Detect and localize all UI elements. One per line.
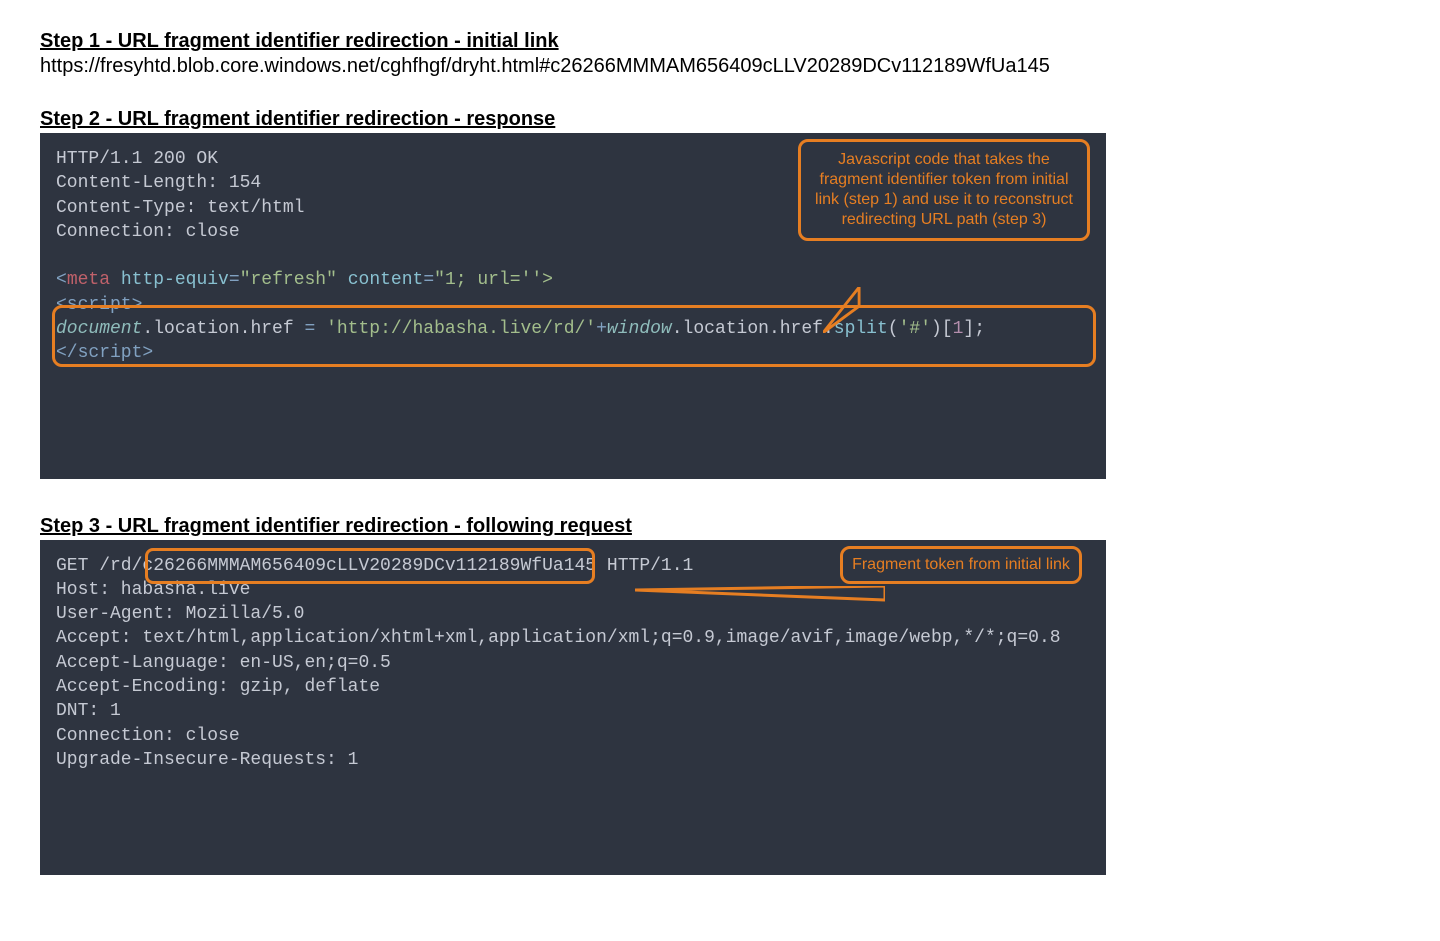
loc2: .location.href. xyxy=(672,319,834,339)
meta-lt: < xyxy=(56,270,67,290)
step1-url: https://fresyhtd.blob.core.windows.net/c… xyxy=(40,55,1400,78)
get-prefix: GET /rd/ xyxy=(56,556,142,576)
conn-header: Connection: close xyxy=(56,726,240,746)
token: c26266MMMAM656409cLLV20289DCv112189WfUa1… xyxy=(142,556,596,576)
step2-code-block: HTTP/1.1 200 OK Content-Length: 154 Cont… xyxy=(40,133,1106,479)
meta-val2: "1; url=''> xyxy=(434,270,553,290)
meta-eq1: = xyxy=(229,270,240,290)
get-suffix: HTTP/1.1 xyxy=(596,556,693,576)
callout-step2: Javascript code that takes the fragment … xyxy=(798,139,1090,241)
document-obj: document xyxy=(56,319,142,339)
callout-step3: Fragment token from initial link xyxy=(840,546,1082,584)
content-type: Content-Type: text/html xyxy=(56,198,304,218)
split-fn: split xyxy=(834,319,888,339)
meta-eq2: = xyxy=(423,270,434,290)
loc1: .location.href xyxy=(142,319,304,339)
meta-attr2: content xyxy=(348,270,424,290)
step3-code-block: GET /rd/c26266MMMAM656409cLLV20289DCv112… xyxy=(40,540,1106,876)
callout2-tail xyxy=(780,263,818,309)
meta-tag: meta xyxy=(67,270,110,290)
rpar: )[ xyxy=(931,319,953,339)
assign: = xyxy=(304,319,326,339)
end: ]; xyxy=(963,319,985,339)
connection-header: Connection: close xyxy=(56,222,240,242)
step1-title: Step 1 - URL fragment identifier redirec… xyxy=(40,30,1400,53)
step2-title: Step 2 - URL fragment identifier redirec… xyxy=(40,108,1400,131)
ua-header: User-Agent: Mozilla/5.0 xyxy=(56,604,304,624)
content-length: Content-Length: 154 xyxy=(56,173,261,193)
enc-header: Accept-Encoding: gzip, deflate xyxy=(56,677,380,697)
accept-header: Accept: text/html,application/xhtml+xml,… xyxy=(56,628,1061,648)
meta-attr1: http-equiv xyxy=(121,270,229,290)
window-obj: window xyxy=(607,319,672,339)
upgrade-header: Upgrade-Insecure-Requests: 1 xyxy=(56,750,358,770)
hash-str: '#' xyxy=(899,319,931,339)
one: 1 xyxy=(953,319,964,339)
step3-title: Step 3 - URL fragment identifier redirec… xyxy=(40,515,1400,538)
http-status: HTTP/1.1 200 OK xyxy=(56,149,218,169)
lang-header: Accept-Language: en-US,en;q=0.5 xyxy=(56,653,391,673)
plus: + xyxy=(596,319,607,339)
meta-sp2 xyxy=(337,270,348,290)
script-close-tag: </script> xyxy=(56,343,153,363)
lpar: ( xyxy=(888,319,899,339)
meta-val1: "refresh" xyxy=(240,270,337,290)
script-open-tag: <script> xyxy=(56,295,142,315)
host-header: Host: habasha.live xyxy=(56,580,250,600)
str1: 'http://habasha.live/rd/' xyxy=(326,319,596,339)
dnt-header: DNT: 1 xyxy=(56,701,121,721)
meta-sp1 xyxy=(110,270,121,290)
